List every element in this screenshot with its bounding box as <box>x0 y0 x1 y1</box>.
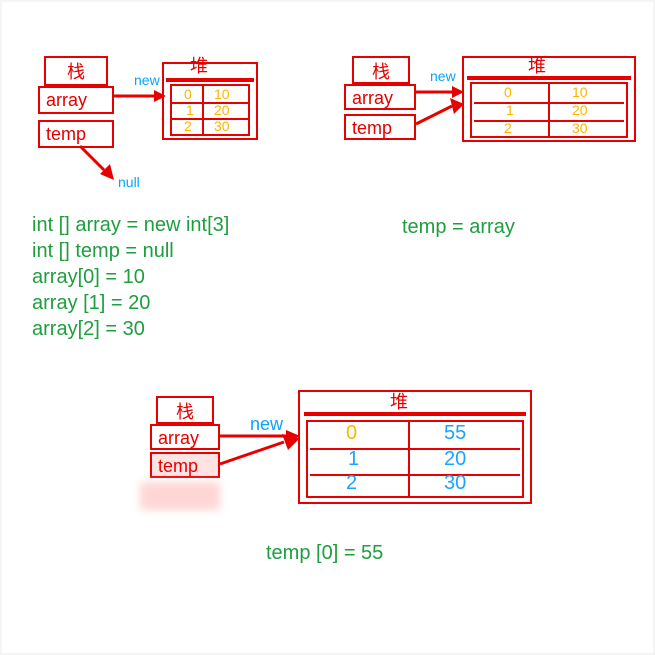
p3-temp-text: temp <box>158 456 198 476</box>
p1-heap-label: 堆 <box>190 52 208 78</box>
p1-val1: 20 <box>214 102 230 118</box>
p2-vline <box>548 82 550 138</box>
temp-text: temp <box>46 124 86 144</box>
p3-stack-array: array <box>150 424 220 450</box>
p1-val2: 30 <box>214 118 230 134</box>
p2-idx1: 1 <box>506 102 514 118</box>
p2-idx0: 0 <box>504 84 512 100</box>
p1-new-label: new <box>134 72 160 88</box>
p3-h1 <box>310 448 520 450</box>
p3-stack-label: 栈 <box>176 402 194 422</box>
p2-array-text: array <box>352 88 393 108</box>
p1-heap-obj <box>170 84 250 136</box>
p2-stack-label: 栈 <box>372 62 390 82</box>
p2-val0: 10 <box>572 84 588 100</box>
p2-idx2: 2 <box>504 120 512 136</box>
p3-idx2: 2 <box>346 472 357 495</box>
p3-arrow-temp <box>218 434 300 470</box>
p1-heap-h1 <box>172 102 248 104</box>
p2-heap-bar <box>467 76 631 80</box>
p2-val1: 20 <box>572 102 588 118</box>
p3-val0: 55 <box>444 422 466 445</box>
p3-h2 <box>310 474 520 476</box>
p2-temp-text: temp <box>352 118 392 138</box>
p3-vline <box>408 420 410 498</box>
p1-val0: 10 <box>214 86 230 102</box>
p3-blur <box>140 482 220 510</box>
code-3: array[0] = 10 <box>32 266 145 289</box>
p1-arrow-new <box>110 88 166 104</box>
p2-stack-array: array <box>344 84 416 110</box>
p2-h2 <box>474 120 624 122</box>
p3-caption: temp [0] = 55 <box>266 542 383 565</box>
p2-arrow-temp <box>414 98 464 128</box>
array-text: array <box>46 90 87 110</box>
p2-new-label: new <box>430 68 456 84</box>
p1-heap-vline <box>202 84 204 136</box>
p2-stack-header-box: 栈 <box>352 56 410 84</box>
p3-val2: 30 <box>444 472 466 495</box>
p1-idx1: 1 <box>186 102 194 118</box>
diagram-panel: { "labels": { "stack": "栈", "heap": "堆",… <box>2 2 653 653</box>
p1-idx2: 2 <box>184 118 192 134</box>
code-5: array[2] = 30 <box>32 318 145 341</box>
code-2: int [] temp = null <box>32 240 174 263</box>
p2-caption: temp = array <box>402 216 515 239</box>
p1-null-label: null <box>118 174 140 190</box>
p3-array-text: array <box>158 428 199 448</box>
p1-heap-bar <box>166 78 254 82</box>
p3-stack-header-box: 栈 <box>156 396 214 424</box>
p3-heap-label: 堆 <box>390 388 408 414</box>
p2-h1 <box>474 102 624 104</box>
p3-heap-obj <box>306 420 524 498</box>
p2-val2: 30 <box>572 120 588 136</box>
p3-heap-bar <box>304 412 526 416</box>
p1-stack-header-box: 栈 <box>44 56 108 86</box>
p1-arrow-null <box>74 142 118 182</box>
code-1: int [] array = new int[3] <box>32 214 229 237</box>
p2-heap-label: 堆 <box>528 52 546 78</box>
stack-label: 栈 <box>67 62 85 82</box>
p2-stack-temp: temp <box>344 114 416 140</box>
p3-val1: 20 <box>444 448 466 471</box>
p3-idx1: 1 <box>348 448 359 471</box>
code-4: array [1] = 20 <box>32 292 150 315</box>
p3-stack-temp: temp <box>150 452 220 478</box>
p3-idx0: 0 <box>346 422 357 445</box>
p1-stack-array: array <box>38 86 114 114</box>
p1-idx0: 0 <box>184 86 192 102</box>
